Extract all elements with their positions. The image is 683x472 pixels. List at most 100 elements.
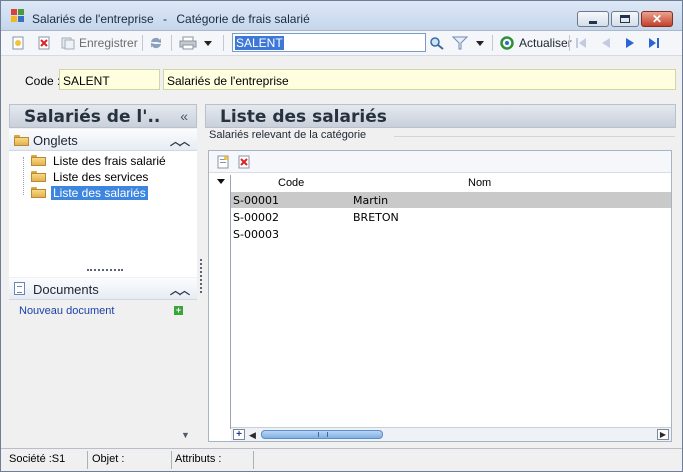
toolbar-divider bbox=[223, 35, 224, 51]
next-record-button[interactable] bbox=[623, 34, 637, 52]
description-field[interactable]: Salariés de l'entreprise bbox=[163, 69, 676, 90]
record-header: Code : SALENT Salariés de l'entreprise bbox=[1, 57, 682, 103]
status-divider bbox=[253, 451, 254, 469]
save-label: Enregistrer bbox=[79, 36, 138, 50]
delete-icon bbox=[38, 36, 50, 50]
cell-nom: Martin bbox=[353, 194, 389, 207]
status-divider bbox=[171, 451, 172, 469]
chevron-up-icon[interactable]: ︿︿ bbox=[170, 282, 190, 298]
onglets-label: Onglets bbox=[33, 133, 78, 148]
app-logo-icon bbox=[11, 9, 25, 23]
cell-code: S-00001 bbox=[233, 194, 279, 207]
printer-icon bbox=[179, 36, 197, 50]
refresh-records-button[interactable] bbox=[149, 34, 163, 52]
toolbar-divider bbox=[569, 35, 570, 51]
right-panel-header: Liste des salariés bbox=[205, 104, 676, 128]
documents-header[interactable]: Documents ︿︿ bbox=[9, 278, 197, 300]
new-button[interactable] bbox=[11, 34, 25, 52]
magnifier-icon bbox=[430, 37, 444, 50]
column-header-code[interactable]: Code bbox=[278, 177, 304, 189]
save-icon bbox=[61, 37, 75, 50]
grid-toolbar bbox=[209, 151, 671, 173]
add-row-button[interactable]: + bbox=[233, 429, 245, 440]
tree-connector bbox=[23, 157, 24, 195]
add-document-icon[interactable]: + bbox=[174, 306, 183, 315]
first-record-button[interactable] bbox=[574, 34, 588, 52]
documents-label: Documents bbox=[33, 282, 99, 297]
grid-header: Code Nom bbox=[209, 175, 671, 191]
code-field[interactable]: SALENT bbox=[59, 69, 160, 90]
main-toolbar: Enregistrer SALENT Actualiser bbox=[1, 31, 682, 56]
cell-code: S-00003 bbox=[233, 228, 279, 241]
next-icon bbox=[626, 38, 634, 48]
document-icon bbox=[14, 282, 25, 295]
employees-grid: Code Nom S-00001 Martin S-00002 BRETON S… bbox=[208, 150, 672, 442]
table-row[interactable]: S-00003 bbox=[231, 226, 671, 242]
chevron-down-icon bbox=[476, 40, 484, 46]
status-bar: Société :S1 Objet : Attributs : bbox=[1, 448, 682, 471]
maximize-icon bbox=[620, 15, 630, 23]
folder-icon bbox=[31, 155, 46, 166]
refresh-label: Actualiser bbox=[519, 36, 572, 50]
last-record-button[interactable] bbox=[647, 34, 661, 52]
toolbar-divider bbox=[142, 35, 143, 51]
new-document-link[interactable]: Nouveau document bbox=[19, 305, 114, 317]
refresh-icon bbox=[151, 37, 161, 49]
right-panel-title: Liste des salariés bbox=[220, 107, 387, 127]
filter-dropdown-button[interactable] bbox=[476, 34, 484, 52]
app-window: Salariés de l'entreprise - Catégorie de … bbox=[0, 0, 683, 472]
panel-splitter-handle[interactable] bbox=[200, 259, 203, 293]
refresh-green-icon bbox=[500, 36, 514, 50]
folder-icon bbox=[14, 135, 29, 146]
horizontal-scrollbar-thumb[interactable] bbox=[261, 430, 383, 439]
column-menu-icon[interactable] bbox=[217, 179, 225, 184]
close-button[interactable]: ✕ bbox=[641, 11, 673, 27]
title-bar: Salariés de l'entreprise - Catégorie de … bbox=[1, 1, 682, 31]
minimize-icon bbox=[589, 20, 597, 24]
splitter-handle[interactable] bbox=[87, 269, 123, 272]
status-divider bbox=[87, 451, 88, 469]
collapse-panel-icon[interactable]: « bbox=[180, 108, 188, 124]
folder-icon bbox=[31, 171, 46, 182]
search-field[interactable]: SALENT bbox=[232, 33, 426, 52]
minimize-button[interactable] bbox=[577, 11, 609, 27]
table-row[interactable]: S-00002 BRETON bbox=[231, 209, 671, 225]
refresh-button[interactable]: Actualiser bbox=[499, 34, 572, 52]
table-row[interactable]: S-00001 Martin bbox=[231, 192, 671, 208]
save-button[interactable]: Enregistrer bbox=[61, 34, 138, 52]
print-dropdown-button[interactable] bbox=[204, 34, 212, 52]
delete-row-icon[interactable] bbox=[238, 155, 251, 169]
filter-button[interactable] bbox=[452, 34, 468, 52]
window-title-sub: Catégorie de frais salarié bbox=[176, 12, 310, 26]
tree-item-label: Liste des salariés bbox=[51, 186, 148, 200]
search-value[interactable]: SALENT bbox=[235, 36, 284, 50]
print-button[interactable] bbox=[179, 34, 197, 52]
scroll-down-icon[interactable]: ▼ bbox=[181, 430, 190, 440]
delete-button[interactable] bbox=[37, 34, 51, 52]
previous-record-button[interactable] bbox=[599, 34, 613, 52]
status-societe: Société :S1 bbox=[9, 453, 66, 465]
chevron-up-icon[interactable]: ︿︿ bbox=[170, 133, 190, 149]
cell-nom: BRETON bbox=[353, 211, 399, 224]
toolbar-divider bbox=[171, 35, 172, 51]
new-document-icon bbox=[12, 36, 24, 50]
tree-item-label: Liste des services bbox=[53, 170, 149, 184]
first-icon bbox=[576, 38, 586, 48]
last-icon bbox=[649, 38, 659, 48]
code-label: Code : bbox=[25, 74, 61, 88]
close-icon: ✕ bbox=[651, 12, 663, 26]
status-attributs: Attributs : bbox=[175, 453, 222, 465]
new-row-icon[interactable] bbox=[217, 155, 230, 169]
window-title-main: Salariés de l'entreprise bbox=[32, 12, 154, 26]
open-folder-icon bbox=[31, 187, 46, 198]
group-divider bbox=[394, 136, 675, 137]
search-button[interactable] bbox=[429, 34, 445, 52]
onglets-header[interactable]: Onglets ︿︿ bbox=[9, 129, 197, 151]
left-panel-header: Salariés de l'.. « bbox=[9, 104, 197, 128]
scroll-left-icon[interactable]: ◀ bbox=[249, 430, 256, 441]
scroll-right-icon[interactable]: ▶ bbox=[657, 429, 669, 440]
column-header-nom[interactable]: Nom bbox=[468, 177, 491, 189]
prev-icon bbox=[602, 38, 610, 48]
toolbar-divider bbox=[492, 35, 493, 51]
maximize-button[interactable] bbox=[611, 11, 639, 27]
